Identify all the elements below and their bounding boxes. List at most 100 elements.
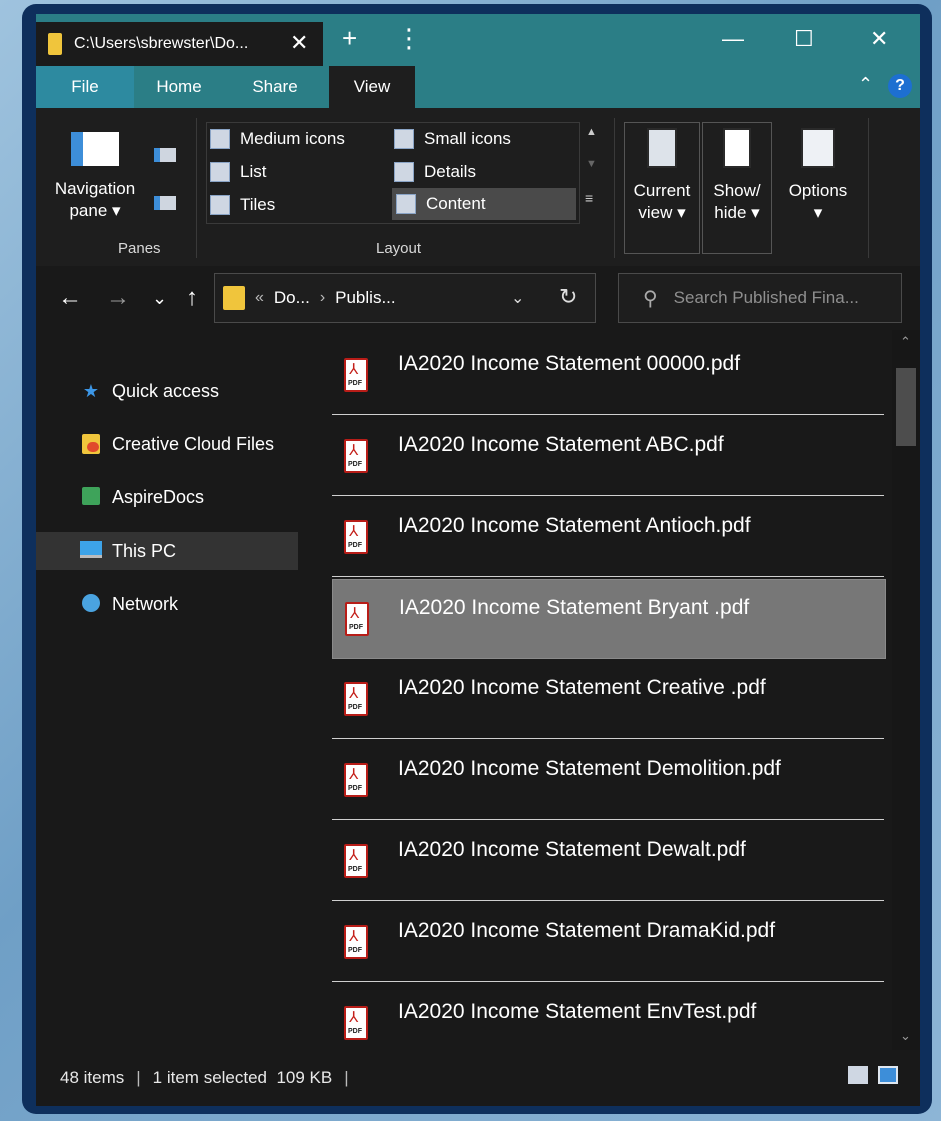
sidebar-item-network[interactable]: Network [36,585,298,623]
scrollbar-thumb[interactable] [896,368,916,446]
layout-small-icons[interactable]: Small icons [394,124,574,154]
sidebar-item-creative-cloud-files[interactable]: Creative Cloud Files [36,425,298,463]
pdf-file-icon: ⅄ PDF [345,602,369,636]
file-name: IA2020 Income Statement Creative .pdf [398,676,766,699]
back-button[interactable]: ← [58,284,82,312]
recent-locations-button[interactable]: ⌄ [152,288,167,309]
layout-details[interactable]: Details [394,157,574,187]
show-hide-button[interactable]: Show/ hide ▾ [702,128,772,224]
layout-content[interactable]: Content [392,188,576,220]
star-icon: ★ [82,381,100,401]
ribbon-divider [614,118,615,258]
current-view-button[interactable]: Current view ▾ [624,128,700,224]
pdf-file-icon: ⅄ PDF [344,844,368,878]
help-icon[interactable]: ? [888,74,912,98]
pdf-icon-label: PDF [348,1028,362,1035]
details-view-icon[interactable] [848,1066,868,1084]
tab-close-button[interactable]: ✕ [290,30,308,56]
acrobat-glyph-icon: ⅄ [349,685,359,702]
file-row[interactable]: ⅄ PDF IA2020 Income Statement 00000.pdf [332,336,884,415]
breadcrumb-published[interactable]: Publis... [335,288,395,308]
maximize-button[interactable]: ☐ [794,26,814,52]
pdf-icon-label: PDF [348,785,362,792]
file-row[interactable]: ⅄ PDF IA2020 Income Statement DramaKid.pdf [332,903,884,982]
sidebar-item-aspiredocs[interactable]: AspireDocs [36,478,298,516]
search-input[interactable]: ⚲ Search Published Fina... [618,273,902,323]
layout-option-label: Tiles [240,195,276,214]
options-button[interactable]: Options ▾ [778,128,858,224]
file-name: IA2020 Income Statement Bryant .pdf [399,596,750,619]
gallery-more-icon[interactable]: ≡ [585,190,593,206]
details-icon [394,162,414,182]
title-bar: C:\Users\sbrewster\Do... ✕ + ⋮ — ☐ ✕ [36,14,920,66]
selection-info: 1 item selected 109 KB [152,1068,333,1087]
ribbon-divider [196,118,197,258]
file-row[interactable]: ⅄ PDF IA2020 Income Statement ABC.pdf [332,417,884,496]
explorer-window: C:\Users\sbrewster\Do... ✕ + ⋮ — ☐ ✕ Fil… [22,4,932,1114]
file-row[interactable]: ⅄ PDF IA2020 Income Statement Bryant .pdf [332,579,886,659]
details-pane-icon[interactable] [154,196,176,210]
layout-option-label: List [240,162,267,181]
navigation-pane-button[interactable]: Navigation pane ▾ [46,132,144,222]
forward-button[interactable]: → [106,284,130,312]
pdf-icon-label: PDF [348,947,362,954]
layout-tiles[interactable]: Tiles [210,190,390,220]
refresh-icon[interactable]: ↻ [559,284,577,310]
file-row[interactable]: ⅄ PDF IA2020 Income Statement Antioch.pdf [332,498,884,577]
layout-list[interactable]: List [210,157,390,187]
computer-icon [80,541,102,561]
gallery-scroll-up-icon[interactable]: ▲ [586,126,597,138]
pdf-file-icon: ⅄ PDF [344,1006,368,1040]
sidebar-item-label: This PC [112,540,177,561]
preview-pane-icon[interactable] [154,148,176,162]
file-row[interactable]: ⅄ PDF IA2020 Income Statement Creative .pd… [332,660,884,739]
address-bar[interactable]: « Do... › Publis... ⌄ ↻ [214,273,596,323]
file-list: ⅄ PDF IA2020 Income Statement 00000.pdf ⅄ PD… [302,330,920,1050]
scroll-down-icon[interactable]: ⌄ [900,1028,911,1044]
sidebar-item-label: AspireDocs [112,486,205,507]
layout-option-label: Content [426,194,486,213]
network-icon [80,594,102,614]
collapse-ribbon-icon[interactable]: ⌃ [858,74,873,95]
show-hide-icon [723,128,751,168]
breadcrumb-overflow-icon[interactable]: « [255,289,264,307]
window-body: C:\Users\sbrewster\Do... ✕ + ⋮ — ☐ ✕ Fil… [36,14,920,1106]
file-row[interactable]: ⅄ PDF IA2020 Income Statement Demolition.p… [332,741,884,820]
layout-medium-icons[interactable]: Medium icons [210,124,390,154]
item-count: 48 items [60,1068,125,1087]
status-separator: | [344,1068,349,1087]
pdf-file-icon: ⅄ PDF [344,763,368,797]
large-icons-view-icon[interactable] [878,1066,898,1084]
address-dropdown-icon[interactable]: ⌄ [511,288,524,308]
gallery-scroll-down-icon[interactable]: ▼ [586,158,597,170]
breadcrumb-documents[interactable]: Do... [274,288,310,308]
sidebar-item-quick-access[interactable]: ★ Quick access [36,372,298,410]
file-name: IA2020 Income Statement 00000.pdf [398,352,741,375]
file-row[interactable]: ⅄ PDF IA2020 Income Statement EnvTest.pdf [332,984,884,1050]
up-button[interactable]: ↑ [186,284,198,312]
content-icon [396,194,416,214]
close-button[interactable]: ✕ [870,26,888,52]
acrobat-glyph-icon: ⅄ [349,928,359,945]
pdf-icon-label: PDF [348,380,362,387]
pdf-file-icon: ⅄ PDF [344,925,368,959]
explorer-tab[interactable]: C:\Users\sbrewster\Do... ✕ [36,22,323,66]
sidebar-item-this-pc[interactable]: This PC [36,532,298,570]
ribbon-tab-bar: File Home Share View ⌃ ? [36,66,920,108]
tab-home[interactable]: Home [144,66,214,108]
tab-file[interactable]: File [36,66,134,108]
tab-menu-button[interactable]: ⋮ [396,24,422,52]
file-row[interactable]: ⅄ PDF IA2020 Income Statement Dewalt.pdf [332,822,884,901]
search-icon: ⚲ [643,287,658,310]
vertical-scrollbar[interactable]: ⌃ ⌄ [892,330,920,1050]
new-tab-button[interactable]: + [342,24,357,52]
pdf-file-icon: ⅄ PDF [344,682,368,716]
tab-view[interactable]: View [329,66,415,108]
options-icon [801,128,835,168]
pdf-icon-label: PDF [348,461,362,468]
tab-share[interactable]: Share [240,66,310,108]
navigation-bar: ← → ⌄ ↑ « Do... › Publis... ⌄ ↻ ⚲ Search… [36,266,920,330]
scroll-up-icon[interactable]: ⌃ [900,334,911,350]
minimize-button[interactable]: — [722,26,744,52]
layout-option-label: Medium icons [240,129,345,148]
